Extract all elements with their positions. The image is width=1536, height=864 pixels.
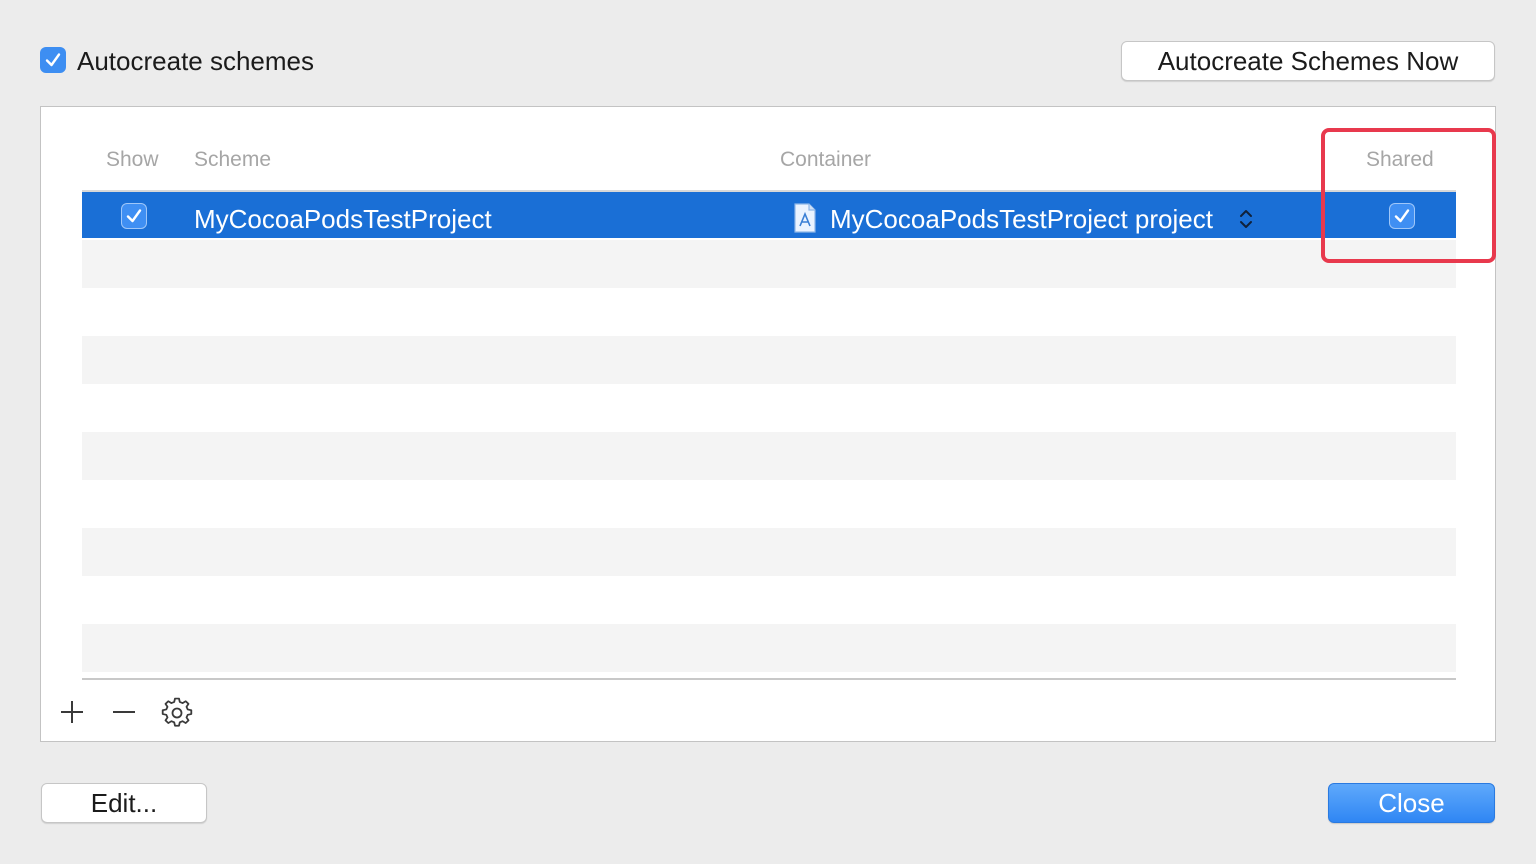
empty-row (82, 624, 1456, 672)
empty-row (82, 336, 1456, 384)
gear-icon[interactable] (161, 697, 193, 729)
autocreate-schemes-label: Autocreate schemes (77, 46, 315, 76)
shared-column-highlight (1321, 128, 1496, 263)
empty-row (82, 432, 1456, 480)
empty-row (82, 240, 1456, 288)
row-show-checkbox[interactable] (121, 203, 147, 229)
column-header-container[interactable]: Container (780, 146, 871, 174)
plus-icon[interactable] (58, 698, 86, 726)
chevron-up-down-icon[interactable] (1238, 206, 1254, 232)
list-bottom-divider (82, 678, 1456, 680)
autocreate-schemes-checkbox[interactable] (40, 47, 66, 73)
xcode-project-file-icon (794, 203, 816, 233)
column-header-show[interactable]: Show (106, 146, 159, 174)
row-scheme-name: MyCocoaPodsTestProject (194, 204, 492, 234)
minus-icon[interactable] (110, 698, 138, 726)
column-header-scheme[interactable]: Scheme (194, 146, 271, 174)
checkmark-icon (45, 53, 61, 67)
checkmark-icon (126, 209, 142, 223)
empty-row (82, 528, 1456, 576)
edit-button[interactable]: Edit... (41, 783, 207, 823)
autocreate-schemes-now-button[interactable]: Autocreate Schemes Now (1121, 41, 1495, 81)
close-button[interactable]: Close (1328, 783, 1495, 823)
row-container-name: MyCocoaPodsTestProject project (830, 204, 1213, 234)
